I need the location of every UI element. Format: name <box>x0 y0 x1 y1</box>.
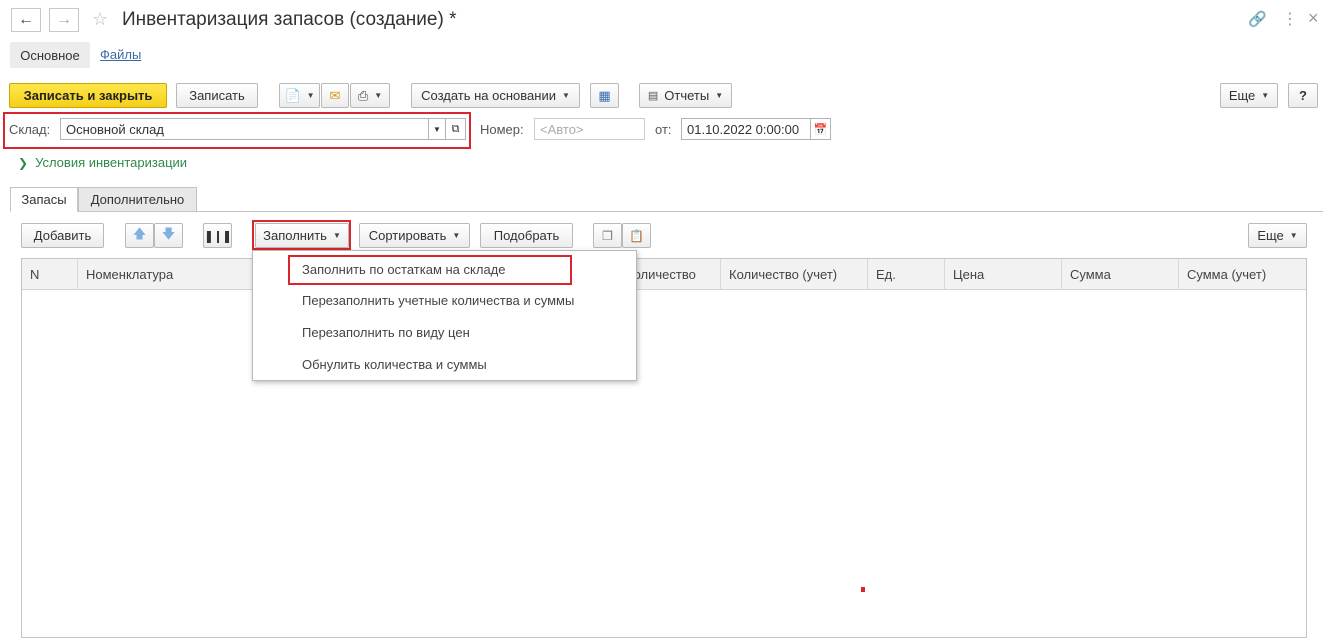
print-button[interactable]: ⎙ ▼ <box>350 83 390 108</box>
menu-item-refill-accounting[interactable]: Перезаполнить учетные количества и суммы <box>302 293 574 308</box>
tabs-divider <box>10 211 1323 212</box>
back-button[interactable]: ← <box>11 8 41 32</box>
save-button[interactable]: Записать <box>176 83 258 108</box>
warehouse-value: Основной склад <box>66 121 164 137</box>
page-title: Инвентаризация запасов (создание) * <box>122 9 457 30</box>
column-header-unit[interactable]: Ед. <box>868 259 945 290</box>
report-icon: ▤ <box>647 90 659 102</box>
tab-stocks[interactable]: Запасы <box>10 187 78 212</box>
save-close-button[interactable]: Записать и закрыть <box>9 83 167 108</box>
arrow-left-icon: ← <box>18 11 34 28</box>
structure-button[interactable]: ▦ <box>590 83 619 108</box>
number-field[interactable]: <Авто> <box>534 118 645 140</box>
number-label: Номер: <box>480 122 524 137</box>
sort-button[interactable]: Сортировать ▼ <box>359 223 470 248</box>
create-based-on-button[interactable]: Создать на основании ▼ <box>411 83 580 108</box>
red-marker <box>861 587 865 592</box>
column-header-price[interactable]: Цена <box>945 259 1062 290</box>
more-vertical-icon[interactable]: ⋮ <box>1282 9 1298 29</box>
fill-menu: Заполнить по остаткам на складе Перезапо… <box>252 250 637 381</box>
arrow-down-icon: 🡇 <box>161 225 176 241</box>
hierarchy-icon: ▦ <box>598 87 611 103</box>
date-field[interactable]: 01.10.2022 0:00:00 <box>681 118 811 140</box>
paste-icon: 📋 <box>629 228 644 243</box>
warehouse-open-button[interactable]: ⧉ <box>445 118 466 140</box>
warehouse-label: Склад: <box>9 122 51 137</box>
sort-label: Сортировать <box>368 228 447 243</box>
printer-icon: ⎙ <box>357 87 369 103</box>
column-header-quantity-accounting[interactable]: Количество (учет) <box>721 259 868 290</box>
star-icon[interactable]: ☆ <box>92 9 108 30</box>
column-header-n[interactable]: N <box>22 259 78 290</box>
forward-button[interactable]: → <box>49 8 79 32</box>
barcode-button[interactable]: ❚❙❚ <box>203 223 232 248</box>
open-window-icon: ⧉ <box>451 122 460 135</box>
warehouse-dropdown-button[interactable]: ▼ <box>428 118 446 140</box>
help-button[interactable]: ? <box>1288 83 1318 108</box>
tab-main[interactable]: Основное <box>10 42 90 68</box>
add-button[interactable]: Добавить <box>21 223 104 248</box>
reports-label: Отчеты <box>664 88 710 103</box>
create-based-on-label: Создать на основании <box>421 88 556 103</box>
copy-icon: ❐ <box>602 228 613 243</box>
tab-additional[interactable]: Дополнительно <box>78 187 197 212</box>
close-icon[interactable]: × <box>1308 8 1319 29</box>
warehouse-field[interactable]: Основной склад <box>60 118 429 140</box>
more-label: Еще <box>1228 88 1256 103</box>
chevron-right-icon: ❯ <box>18 155 29 170</box>
date-value: 01.10.2022 0:00:00 <box>687 121 800 137</box>
stocks-table[interactable]: N Номенклатура Количество Количество (уч… <box>21 258 1307 638</box>
number-placeholder: <Авто> <box>540 121 584 137</box>
document-actions-button[interactable]: 📄 ▼ <box>279 83 320 108</box>
paste-button[interactable]: 📋 <box>622 223 651 248</box>
link-icon[interactable]: 🔗 <box>1248 10 1267 28</box>
chevron-down-icon: ▼ <box>433 124 441 134</box>
move-down-button[interactable]: 🡇 <box>154 223 183 248</box>
envelope-icon: ✉ <box>329 87 341 103</box>
table-more-label: Еще <box>1257 228 1284 243</box>
column-header-sum-accounting[interactable]: Сумма (учет) <box>1179 259 1308 290</box>
fill-label: Заполнить <box>263 228 327 243</box>
more-button[interactable]: Еще ▼ <box>1220 83 1278 108</box>
fill-button[interactable]: Заполнить ▼ <box>255 223 349 248</box>
calendar-button[interactable]: 📅 <box>810 118 831 140</box>
menu-item-fill-by-stock[interactable]: Заполнить по остаткам на складе <box>302 262 506 277</box>
column-header-sum[interactable]: Сумма <box>1062 259 1179 290</box>
email-button[interactable]: ✉ <box>321 83 349 108</box>
reports-button[interactable]: ▤ Отчеты ▼ <box>639 83 732 108</box>
files-link[interactable]: Файлы <box>100 47 141 62</box>
barcode-icon: ❚❙❚ <box>203 228 232 243</box>
arrow-up-icon: 🡅 <box>132 225 147 241</box>
calendar-icon: 📅 <box>813 123 828 136</box>
copy-button[interactable]: ❐ <box>593 223 622 248</box>
conditions-label: Условия инвентаризации <box>35 155 188 170</box>
date-label: от: <box>655 122 672 137</box>
document-icon: 📄 <box>284 87 301 103</box>
table-header: N Номенклатура Количество Количество (уч… <box>22 259 1306 290</box>
pick-button[interactable]: Подобрать <box>480 223 573 248</box>
menu-item-refill-by-price-type[interactable]: Перезаполнить по виду цен <box>302 325 470 340</box>
table-more-button[interactable]: Еще ▼ <box>1248 223 1307 248</box>
conditions-expander[interactable]: ❯ Условия инвентаризации <box>18 155 187 170</box>
move-up-button[interactable]: 🡅 <box>125 223 154 248</box>
menu-item-reset-quantities[interactable]: Обнулить количества и суммы <box>302 357 487 372</box>
arrow-right-icon: → <box>56 11 72 28</box>
